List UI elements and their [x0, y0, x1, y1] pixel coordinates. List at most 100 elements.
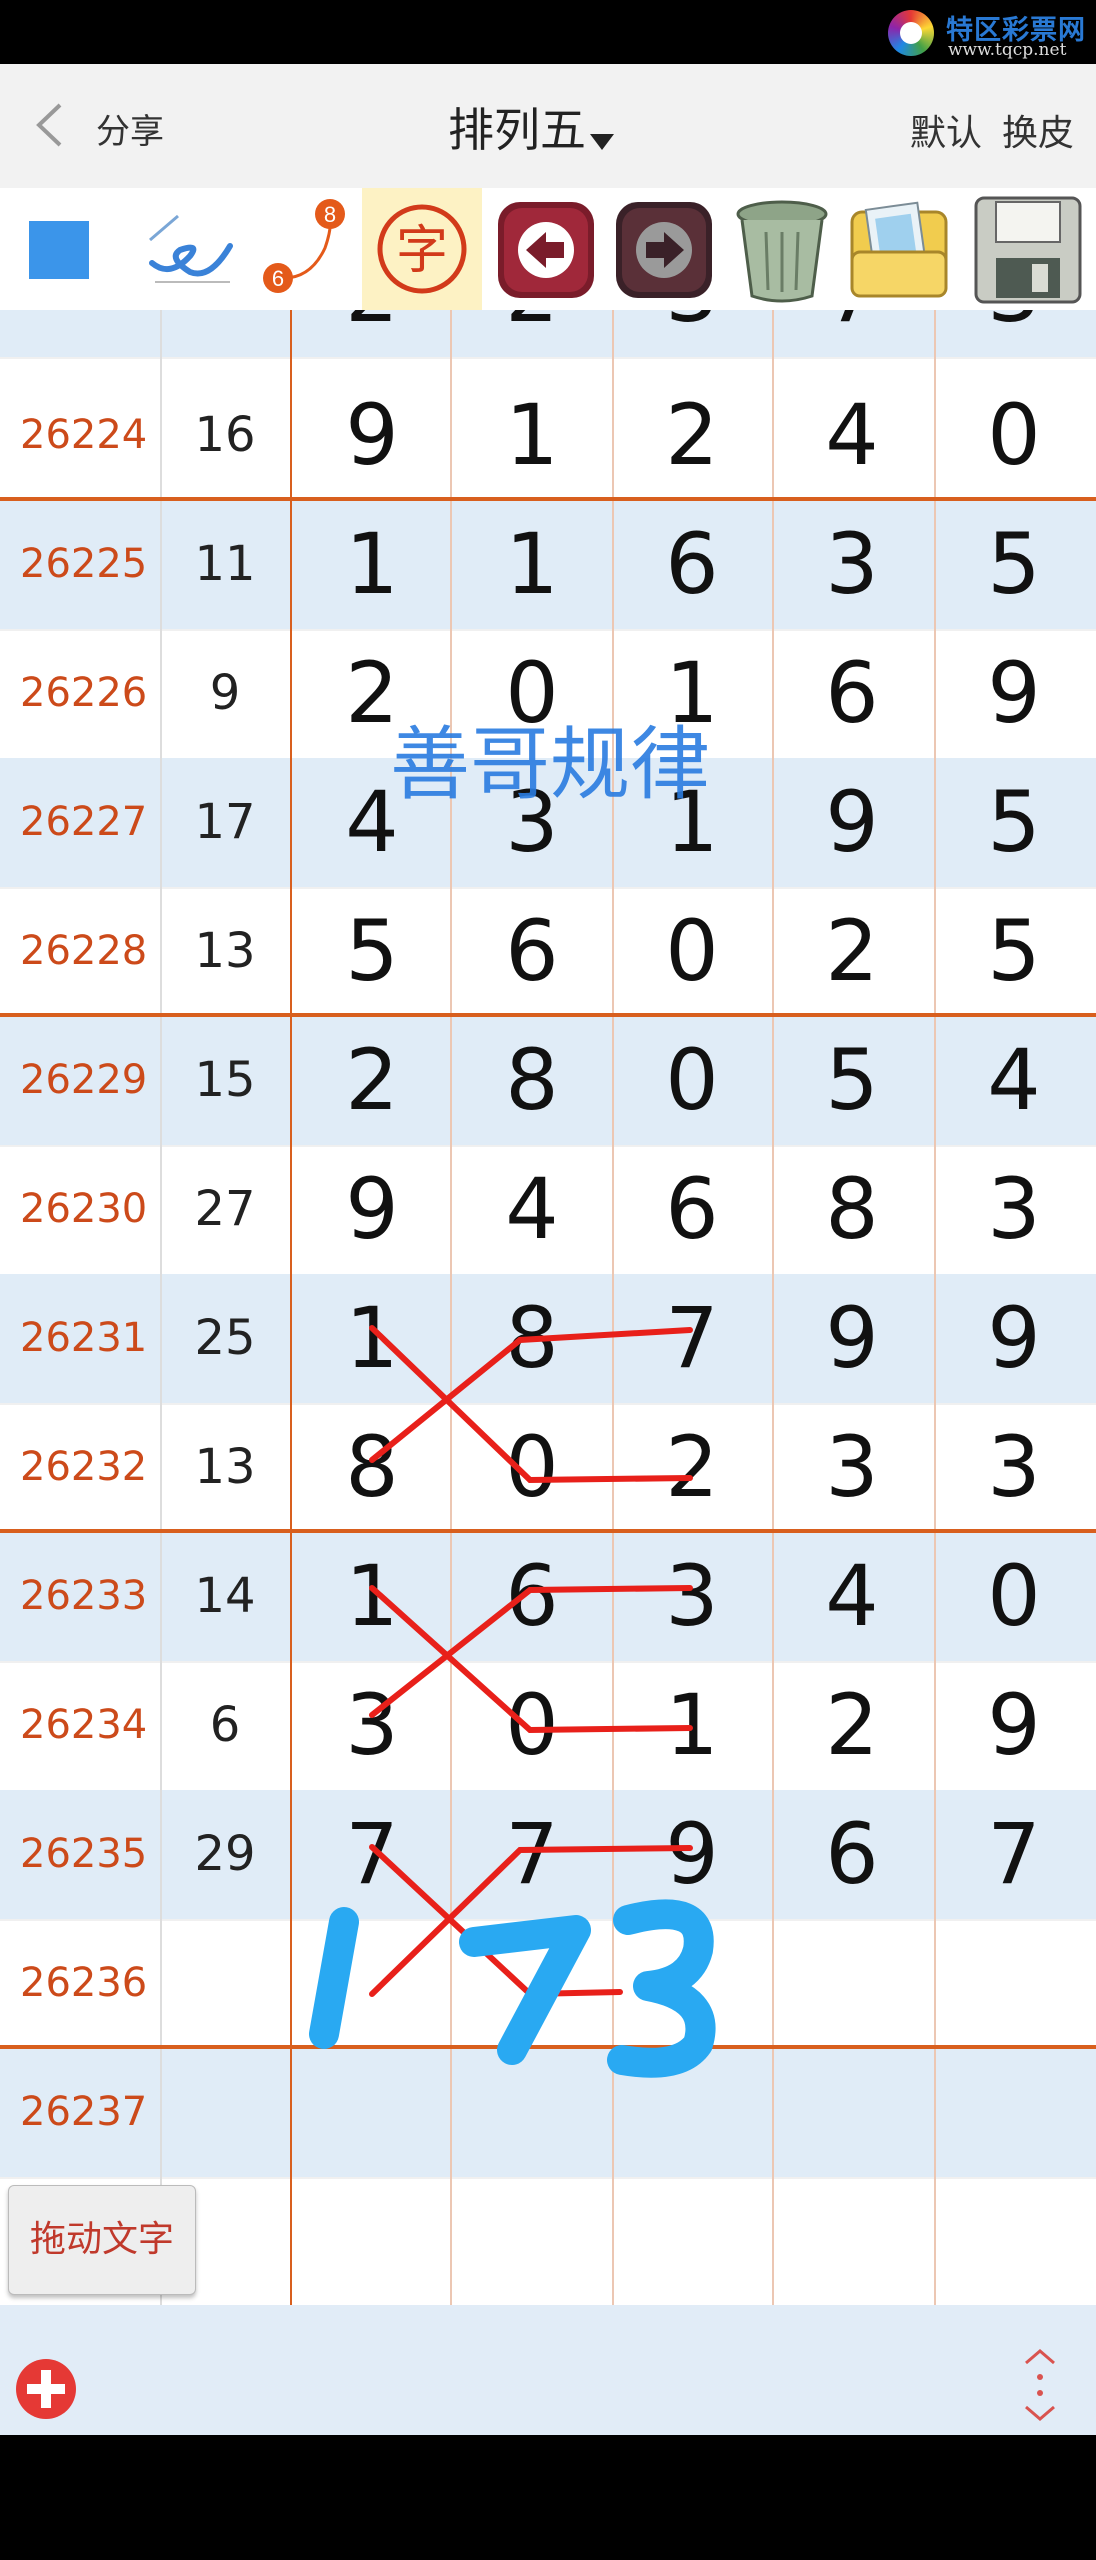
- digit-cell: 2: [452, 310, 612, 357]
- digit-cell[interactable]: 5: [934, 500, 1094, 629]
- text-tool[interactable]: 字: [362, 188, 482, 310]
- digit-cell[interactable]: 7: [452, 1790, 612, 1919]
- digit-cell[interactable]: [934, 2048, 1094, 2177]
- digit-cell[interactable]: 2: [612, 1403, 772, 1532]
- digit-cell[interactable]: 8: [452, 1016, 612, 1145]
- digit-cell[interactable]: 5: [934, 758, 1094, 887]
- digit-cell[interactable]: 9: [772, 1274, 932, 1403]
- digit-cell[interactable]: 6: [452, 1532, 612, 1661]
- digit-cell[interactable]: 3: [934, 1145, 1094, 1274]
- digit-cell[interactable]: 9: [934, 1274, 1094, 1403]
- digit-cell[interactable]: 9: [934, 1661, 1094, 1790]
- digit-cell[interactable]: 9: [292, 1145, 452, 1274]
- digit-cell[interactable]: 0: [934, 371, 1094, 500]
- digit-cell[interactable]: [934, 1919, 1094, 2048]
- digit-cell[interactable]: 4: [772, 1532, 932, 1661]
- digit-cell[interactable]: 6: [772, 629, 932, 758]
- digit-cell[interactable]: 1: [292, 1532, 452, 1661]
- color-square-icon: [29, 221, 89, 279]
- digit-cell[interactable]: 3: [772, 500, 932, 629]
- sum-value: 13: [194, 1439, 256, 1495]
- digit-cell[interactable]: [612, 1919, 772, 2048]
- digit-cell[interactable]: 0: [452, 1661, 612, 1790]
- overlay-title: 善哥规律: [390, 718, 710, 811]
- digit-cell[interactable]: 4: [772, 371, 932, 500]
- digit-cell[interactable]: 2: [772, 1661, 932, 1790]
- digit-cell[interactable]: 4: [452, 1145, 612, 1274]
- digit-cell[interactable]: 1: [452, 500, 612, 629]
- status-bar: 特区彩票网 www.tqcp.net: [0, 0, 1096, 64]
- table-row: 26231 25 1 8 7 9 9: [0, 1274, 1096, 1405]
- gallery-button[interactable]: [840, 188, 960, 310]
- share-button[interactable]: 分享: [96, 104, 164, 153]
- digit-cell[interactable]: 3: [612, 1532, 772, 1661]
- digit-cell[interactable]: 1: [452, 371, 612, 500]
- digit-cell[interactable]: [452, 2048, 612, 2177]
- digit-cell[interactable]: 8: [772, 1145, 932, 1274]
- period-number: 26229: [20, 1057, 148, 1103]
- digit-cell[interactable]: 1: [292, 500, 452, 629]
- digit-cell[interactable]: 2: [612, 371, 772, 500]
- period-number: 26232: [20, 1444, 148, 1490]
- digit-cell[interactable]: 6: [612, 1145, 772, 1274]
- sum-value: 9: [209, 665, 241, 721]
- drag-text-button[interactable]: 拖动文字: [8, 2185, 196, 2295]
- digit-cell[interactable]: 6: [772, 1790, 932, 1919]
- change-skin-button[interactable]: 换皮: [1002, 104, 1074, 156]
- digit-cell[interactable]: [612, 2048, 772, 2177]
- digit-cell[interactable]: [452, 1919, 612, 2048]
- digit-cell[interactable]: 2: [772, 887, 932, 1016]
- digit-cell[interactable]: 9: [292, 371, 452, 500]
- digit-cell[interactable]: [772, 2048, 932, 2177]
- digit-cell[interactable]: 4: [934, 1016, 1094, 1145]
- lottery-type-dropdown[interactable]: 排列五: [448, 94, 614, 157]
- add-icon[interactable]: [14, 2357, 78, 2421]
- column-divider: [290, 310, 292, 2305]
- color-picker-tool[interactable]: [0, 188, 120, 310]
- digit-cell[interactable]: 5: [934, 887, 1094, 1016]
- table-row: 26236: [0, 1919, 1096, 2050]
- digit-cell[interactable]: [772, 1919, 932, 2048]
- digit-cell[interactable]: 8: [292, 1403, 452, 1532]
- floppy-disk-icon: [974, 196, 1082, 304]
- digit-cell[interactable]: 3: [292, 1661, 452, 1790]
- digit-cell[interactable]: 7: [292, 1790, 452, 1919]
- digit-cell[interactable]: 8: [452, 1274, 612, 1403]
- digit-cell[interactable]: 1: [612, 1661, 772, 1790]
- period-number: 26235: [20, 1831, 148, 1877]
- pen-tool[interactable]: [130, 188, 250, 310]
- digit-cell[interactable]: 6: [612, 500, 772, 629]
- trash-button[interactable]: [724, 188, 844, 310]
- digit-cell: 3: [934, 310, 1094, 357]
- default-button[interactable]: 默认: [910, 104, 982, 156]
- site-logo: [888, 10, 934, 56]
- digit-cell[interactable]: 1: [292, 1274, 452, 1403]
- digit-cell[interactable]: 0: [934, 1532, 1094, 1661]
- digit-cell[interactable]: 3: [934, 1403, 1094, 1532]
- digit-cell[interactable]: 9: [772, 758, 932, 887]
- digit-cell[interactable]: 5: [292, 887, 452, 1016]
- digit-cell[interactable]: 0: [612, 887, 772, 1016]
- digit-cell[interactable]: 0: [452, 1403, 612, 1532]
- sum-value: 29: [194, 1826, 256, 1882]
- digit-cell[interactable]: 9: [612, 1790, 772, 1919]
- bubble-big-label: 8: [324, 202, 336, 227]
- digit-cell[interactable]: [292, 2048, 452, 2177]
- digit-cell[interactable]: 6: [452, 887, 612, 1016]
- digit-cell[interactable]: 7: [612, 1274, 772, 1403]
- digit-cell[interactable]: 2: [292, 1016, 452, 1145]
- undo-button[interactable]: [490, 188, 610, 310]
- digit-cell[interactable]: 9: [934, 629, 1094, 758]
- sum-value: 14: [160, 310, 290, 357]
- site-watermark: 特区彩票网 www.tqcp.net: [888, 6, 1088, 60]
- save-button[interactable]: [968, 188, 1088, 310]
- digit-cell[interactable]: 5: [772, 1016, 932, 1145]
- expand-vertical-icon[interactable]: [1018, 2347, 1062, 2423]
- back-chevron-icon[interactable]: [34, 102, 64, 148]
- redo-button[interactable]: [608, 188, 728, 310]
- digit-cell[interactable]: 7: [934, 1790, 1094, 1919]
- line-number-tool[interactable]: 6 8: [250, 188, 370, 310]
- digit-cell[interactable]: 0: [612, 1016, 772, 1145]
- digit-cell[interactable]: 3: [772, 1403, 932, 1532]
- digit-cell[interactable]: [292, 1919, 452, 2048]
